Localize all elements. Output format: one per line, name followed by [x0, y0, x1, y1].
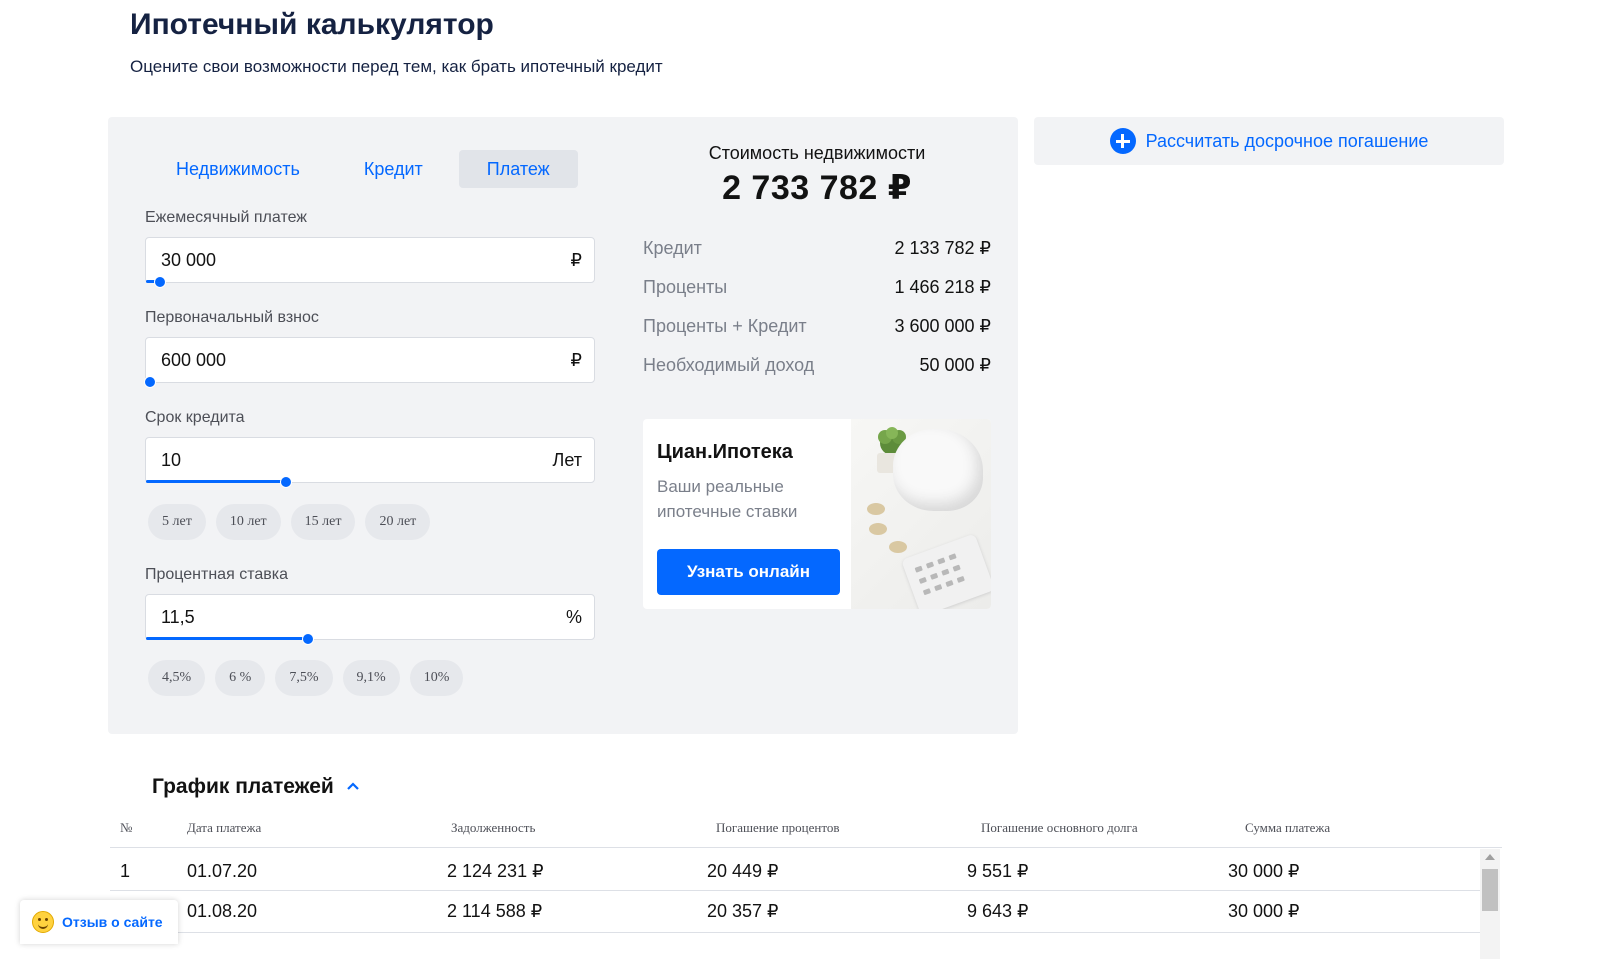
years-unit: Лет: [552, 450, 582, 470]
table-header: № Дата платежа Задолженность Погашение п…: [110, 818, 1502, 848]
term-field[interactable]: 10 Лет: [145, 437, 595, 488]
table-row: 1 01.07.20 2 124 231 ₽ 20 449 ₽ 9 551 ₽ …: [110, 849, 1480, 891]
summary-rows: Кредит 2 133 782 ₽ Проценты 1 466 218 ₽ …: [643, 238, 991, 394]
rate-slider-handle[interactable]: [302, 633, 314, 645]
rate-chip[interactable]: 9,1%: [342, 660, 400, 696]
term-value[interactable]: 10: [161, 450, 181, 471]
page-title: Ипотечный калькулятор: [130, 8, 494, 41]
summary-row-value: 50 000 ₽: [919, 355, 991, 375]
down-payment-slider-handle[interactable]: [144, 376, 156, 388]
table-row: 01.08.20 2 114 588 ₽ 20 357 ₽ 9 643 ₽ 30…: [110, 891, 1480, 933]
table-cell: 01.07.20: [187, 861, 258, 881]
column-header: №: [120, 820, 133, 835]
down-payment-field[interactable]: 600 000 ₽: [144, 337, 595, 388]
smile-icon: [32, 911, 54, 933]
tab-credit[interactable]: Кредит: [336, 150, 451, 188]
promo-title: Циан.Ипотека: [657, 441, 793, 463]
rate-field[interactable]: 11,5 %: [145, 594, 595, 645]
rate-chips: 4,5% 6 % 7,5% 9,1% 10%: [148, 660, 464, 696]
page-subtitle: Оцените свои возможности перед тем, как …: [130, 57, 663, 76]
summary-row-value: 3 600 000 ₽: [894, 316, 991, 336]
monthly-payment-field[interactable]: 30 000 ₽: [145, 237, 595, 288]
payment-schedule-title: График платежей: [152, 775, 334, 798]
summary-row-value: 1 466 218 ₽: [894, 277, 991, 297]
coin-icon: [889, 541, 907, 553]
table-cell: 9 551 ₽: [967, 861, 1029, 881]
summary-row-credit: Кредит 2 133 782 ₽: [643, 238, 991, 277]
table-cell: 2 114 588 ₽: [447, 901, 543, 921]
summary-row-label: Проценты + Кредит: [643, 316, 807, 336]
term-slider-fill: [146, 480, 286, 483]
term-chip[interactable]: 20 лет: [365, 504, 431, 540]
term-slider-handle[interactable]: [279, 476, 292, 488]
term-chip[interactable]: 10 лет: [215, 504, 281, 540]
site-feedback-button[interactable]: Отзыв о сайте: [20, 900, 178, 944]
summary-row-value: 2 133 782 ₽: [894, 238, 991, 258]
coin-icon: [869, 523, 887, 535]
summary-row-label: Кредит: [643, 238, 702, 258]
down-payment-value[interactable]: 600 000: [161, 350, 226, 371]
tab-payment[interactable]: Платеж: [458, 150, 578, 188]
rate-value[interactable]: 11,5: [161, 607, 195, 628]
summary-row-total-paid: Проценты + Кредит 3 600 000 ₽: [643, 316, 991, 355]
summary-row-interest: Проценты 1 466 218 ₽: [643, 277, 991, 316]
summary-row-label: Проценты: [643, 277, 728, 297]
term-chip[interactable]: 15 лет: [290, 504, 356, 540]
table-cell: 30 000 ₽: [1228, 861, 1300, 881]
column-header: Задолженность: [451, 820, 536, 835]
learn-online-button[interactable]: Узнать онлайн: [657, 549, 840, 595]
term-label: Срок кредита: [145, 409, 245, 426]
summary-row-required-income: Необходимый доход 50 000 ₽: [643, 355, 991, 394]
percent-unit: %: [565, 607, 582, 627]
down-payment-label: Первоначальный взнос: [145, 309, 319, 326]
rate-chip[interactable]: 7,5%: [275, 660, 333, 696]
table-cell: 2 124 231 ₽: [447, 861, 544, 881]
summary: Стоимость недвижимости 2 733 782 ₽ Креди…: [643, 143, 991, 394]
calculator-icon: [901, 533, 991, 609]
piggy-bank-illustration: [851, 419, 991, 609]
monthly-payment-label: Ежемесячный платеж: [145, 209, 308, 226]
term-chip[interactable]: 5 лет: [148, 504, 206, 540]
monthly-payment-slider-handle[interactable]: [153, 276, 166, 288]
site-feedback-label: Отзыв о сайте: [62, 914, 163, 930]
column-header: Погашение процентов: [716, 820, 840, 835]
monthly-payment-value[interactable]: 30 000: [161, 250, 216, 271]
calculator-tabs: Недвижимость Кредит Платеж: [148, 150, 578, 188]
tab-property[interactable]: Недвижимость: [148, 150, 328, 188]
ruble-unit: ₽: [570, 250, 582, 270]
plus-circle-icon: [1109, 128, 1136, 154]
rate-chip[interactable]: 6 %: [215, 660, 266, 696]
rate-chip[interactable]: 4,5%: [148, 660, 206, 696]
piggy-bank-icon: [893, 429, 983, 511]
coin-icon: [867, 503, 885, 515]
term-chips: 5 лет 10 лет 15 лет 20 лет: [148, 504, 431, 540]
property-cost-total: 2 733 782 ₽: [722, 169, 912, 207]
chevron-up-icon[interactable]: [346, 781, 360, 791]
calculator-panel: Недвижимость Кредит Платеж Ежемесячный п…: [108, 117, 1018, 734]
table-cell: 1: [120, 861, 131, 881]
early-repayment-label: Рассчитать досрочное погашение: [1145, 130, 1429, 151]
rate-slider-fill: [146, 637, 308, 640]
table-cell: 9 643 ₽: [967, 901, 1029, 921]
table-cell: 20 449 ₽: [707, 861, 779, 881]
table-cell: 30 000 ₽: [1228, 901, 1300, 921]
summary-row-label: Необходимый доход: [643, 355, 815, 375]
early-repayment-button[interactable]: Рассчитать досрочное погашение: [1034, 117, 1504, 165]
rate-chip[interactable]: 10%: [409, 660, 464, 696]
scroll-thumb[interactable]: [1482, 869, 1498, 911]
column-header: Погашение основного долга: [981, 820, 1138, 835]
table-scrollbar[interactable]: [1480, 849, 1500, 959]
scroll-up-arrow-icon[interactable]: [1485, 854, 1495, 860]
column-header: Дата платежа: [187, 820, 262, 835]
property-cost-heading: Стоимость недвижимости: [708, 143, 926, 163]
rate-label: Процентная ставка: [145, 566, 288, 583]
column-header: Сумма платежа: [1245, 820, 1331, 835]
table-cell: 01.08.20: [187, 901, 258, 921]
ruble-unit: ₽: [570, 350, 582, 370]
cian-mortgage-promo: Циан.Ипотека Ваши реальные ипотечные ста…: [643, 419, 991, 609]
table-cell: 20 357 ₽: [707, 901, 779, 921]
promo-text: Ваши реальные ипотечные ставки: [657, 477, 798, 521]
